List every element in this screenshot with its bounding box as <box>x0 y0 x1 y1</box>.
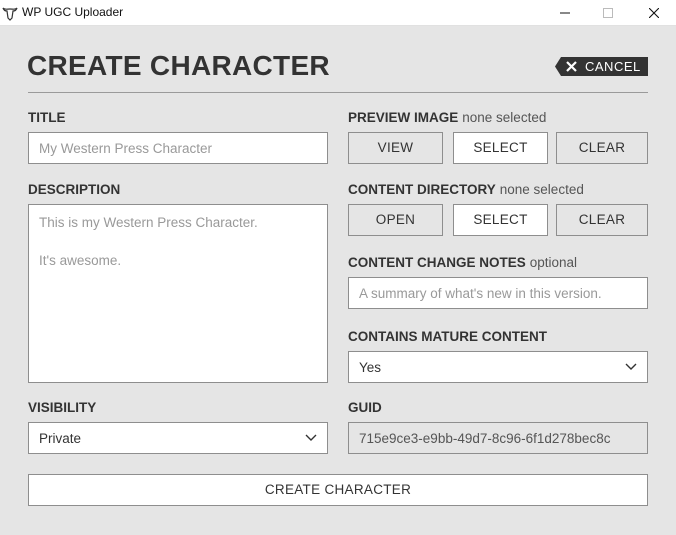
preview-image-label: PREVIEW IMAGE none selected <box>348 110 546 125</box>
cancel-button[interactable]: CANCEL <box>555 57 648 76</box>
x-icon <box>566 61 577 72</box>
title-placeholder: My Western Press Character <box>39 140 213 156</box>
guid-label: GUID <box>348 400 382 415</box>
description-placeholder-line-2 <box>39 232 317 251</box>
window-titlebar: WP UGC Uploader <box>0 0 676 26</box>
preview-view-button[interactable]: VIEW <box>348 132 443 164</box>
change-notes-label: CONTENT CHANGE NOTES optional <box>348 255 577 270</box>
content-directory-status: none selected <box>499 182 584 197</box>
description-placeholder-line-1: This is my Western Press Character. <box>39 215 258 230</box>
minimize-icon <box>560 12 570 14</box>
preview-image-status: none selected <box>462 110 547 125</box>
visibility-selected: Private <box>39 430 82 446</box>
mature-content-select[interactable]: Yes <box>348 351 648 383</box>
preview-clear-button[interactable]: CLEAR <box>556 132 648 164</box>
cancel-label: CANCEL <box>585 59 641 74</box>
close-icon <box>649 8 659 18</box>
content-directory-label: CONTENT DIRECTORY none selected <box>348 182 584 197</box>
mature-content-label: CONTAINS MATURE CONTENT <box>348 329 547 344</box>
preview-image-title: PREVIEW IMAGE <box>348 110 459 125</box>
description-placeholder-line-3: It's awesome. <box>39 253 122 268</box>
maximize-button[interactable] <box>585 0 631 26</box>
visibility-select[interactable]: Private <box>28 422 328 454</box>
close-button[interactable] <box>631 0 676 26</box>
title-input[interactable]: My Western Press Character <box>28 132 328 164</box>
window-title: WP UGC Uploader <box>22 5 124 19</box>
change-notes-placeholder: A summary of what's new in this version. <box>359 285 602 301</box>
change-notes-input[interactable]: A summary of what's new in this version. <box>348 277 648 309</box>
maximize-icon <box>603 8 613 18</box>
preview-select-button[interactable]: SELECT <box>453 132 548 164</box>
visibility-label: VISIBILITY <box>28 400 97 415</box>
content-directory-title: CONTENT DIRECTORY <box>348 182 496 197</box>
page-title: CREATE CHARACTER <box>27 50 330 81</box>
guid-value: 715e9ce3-e9bb-49d7-8c96-6f1d278bec8c <box>359 430 611 446</box>
directory-clear-button[interactable]: CLEAR <box>556 204 648 236</box>
directory-open-button[interactable]: OPEN <box>348 204 443 236</box>
change-notes-status: optional <box>529 255 578 270</box>
guid-field[interactable]: 715e9ce3-e9bb-49d7-8c96-6f1d278bec8c <box>348 422 648 454</box>
header-divider <box>28 92 648 93</box>
minimize-button[interactable] <box>542 0 588 26</box>
bull-skull-icon <box>2 7 18 21</box>
description-textarea[interactable]: This is my Western Press Character. It's… <box>28 204 328 383</box>
title-label: TITLE <box>28 110 66 125</box>
description-label: DESCRIPTION <box>28 182 121 197</box>
mature-content-selected: Yes <box>359 359 382 375</box>
change-notes-title: CONTENT CHANGE NOTES <box>348 255 526 270</box>
chevron-down-icon <box>625 363 637 370</box>
directory-select-button[interactable]: SELECT <box>453 204 548 236</box>
chevron-down-icon <box>305 434 317 441</box>
create-character-button[interactable]: CREATE CHARACTER <box>28 474 648 506</box>
